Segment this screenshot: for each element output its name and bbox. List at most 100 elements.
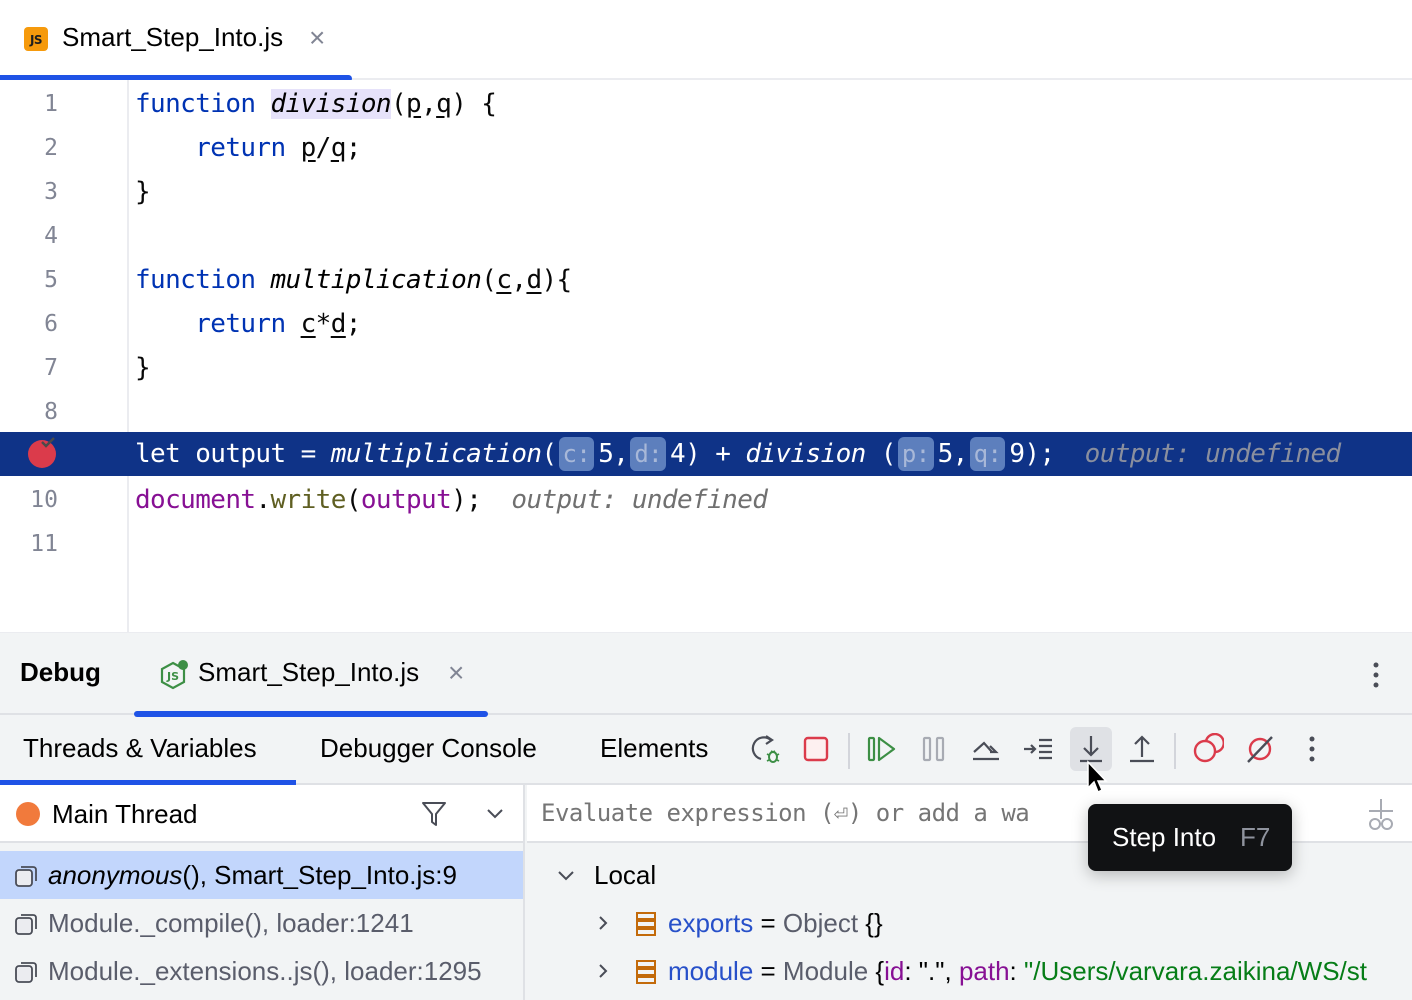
argument: 4) + [670, 439, 746, 469]
editor-tab-title: Smart_Step_Into.js [62, 22, 284, 52]
step-into-tooltip: Step Into F7 [1088, 804, 1292, 871]
frame-location: (), Smart_Step_Into.js:9 [182, 860, 457, 890]
inline-debug-value: output: undefined [1084, 439, 1342, 469]
code-text: let output = [135, 439, 331, 469]
resume-button[interactable] [864, 731, 900, 767]
inline-debug-value: output: undefined [511, 485, 768, 515]
keyword: return [195, 133, 286, 163]
stack-frame[interactable]: Module._compile(), loader:1241 [0, 899, 523, 947]
property-value: : ".", [904, 956, 959, 986]
tab-elements[interactable]: Elements [600, 733, 708, 764]
variable-row[interactable]: module = Module {id: ".", path: "/Users/… [527, 947, 1412, 995]
operator: / [315, 133, 332, 163]
code-editor[interactable]: 1 function division(p,q) { 2 return p/q;… [0, 80, 1412, 632]
dot: . [255, 485, 271, 515]
param: d [526, 265, 542, 295]
parameter-hint: p: [897, 437, 934, 471]
separator: : [1009, 956, 1024, 986]
more-toolbar-button[interactable] [1294, 731, 1330, 767]
variable-row[interactable]: exports = Object {} [527, 899, 1412, 947]
add-watch-icon[interactable] [1363, 797, 1399, 833]
stack-frame[interactable]: Module._extensions..js(), loader:1295 [0, 947, 523, 995]
code-line-8[interactable]: 8 [0, 390, 1412, 434]
code-line-6[interactable]: 6 return c*d; [0, 302, 1412, 346]
more-options-icon[interactable] [1362, 655, 1390, 695]
stack-frame-icon [15, 866, 37, 887]
more-options-icon [1309, 736, 1315, 762]
code-text: } [135, 353, 151, 383]
step-over-button[interactable] [968, 731, 1004, 767]
chevron-down-icon[interactable] [484, 803, 506, 823]
line-number: 8 [44, 399, 58, 425]
equals: = [753, 956, 783, 986]
view-breakpoints-button[interactable] [1190, 731, 1226, 767]
semicolon: ; [345, 133, 362, 163]
editor-tab-smart-step-into[interactable]: JS Smart_Step_Into.js × [0, 0, 352, 82]
parameter-hint: q: [969, 437, 1006, 471]
code-line-1[interactable]: 1 function division(p,q) { [0, 82, 1412, 126]
step-over-icon [973, 741, 999, 761]
function-name[interactable]: multiplication [331, 439, 542, 469]
tooltip-label: Step Into [1112, 822, 1217, 852]
object-field-icon [636, 960, 656, 984]
stop-button[interactable] [798, 731, 834, 767]
paren: ); [451, 485, 482, 515]
line-number: 4 [44, 223, 58, 249]
chevron-right-icon[interactable] [595, 961, 611, 981]
function-name: division [270, 89, 392, 119]
operator: * [315, 309, 332, 339]
code-line-2[interactable]: 2 return p/q; [0, 126, 1412, 170]
filter-icon[interactable] [420, 799, 448, 829]
smart-step-into-button[interactable] [1020, 731, 1056, 767]
tab-threads-variables[interactable]: Threads & Variables [23, 733, 257, 764]
pause-button[interactable] [916, 731, 952, 767]
tab-debugger-console[interactable]: Debugger Console [320, 733, 537, 764]
line-number: 10 [30, 487, 58, 513]
code-line-9-execution-point[interactable]: let output = multiplication(c: 5, d: 4) + d… [0, 432, 1412, 476]
paren: ( [390, 89, 407, 119]
param: d [330, 309, 347, 339]
property-key: path [958, 956, 1010, 986]
view-breakpoints-icon [1193, 733, 1224, 763]
object-name: document [135, 485, 256, 515]
rerun-debug-button[interactable] [748, 731, 784, 767]
code-line-3[interactable]: 3 } [0, 170, 1412, 214]
toolbar-separator [848, 733, 850, 769]
line-number-9-hidden: 9 [0, 454, 58, 480]
argument: output [360, 485, 452, 515]
variable-value: {} [865, 908, 883, 938]
line-number: 2 [44, 135, 58, 161]
session-title: Smart_Step_Into.js [198, 657, 420, 687]
code-line-10[interactable]: 10 document.write(output); output: undef… [0, 478, 1412, 522]
code-line-5[interactable]: 5 function multiplication(c,d){ [0, 258, 1412, 302]
line-number: 1 [44, 91, 58, 117]
chevron-right-icon[interactable] [595, 913, 611, 933]
object-field-icon [636, 912, 656, 936]
resume-icon [867, 736, 896, 762]
variable-type: Module [782, 956, 876, 986]
step-out-button[interactable] [1124, 731, 1160, 767]
code-line-4[interactable]: 4 [0, 214, 1412, 258]
code-line-11[interactable]: 11 [0, 522, 1412, 566]
mute-breakpoints-button[interactable] [1242, 731, 1278, 767]
thread-selector[interactable]: Main Thread [0, 785, 523, 843]
thread-name: Main Thread [52, 799, 198, 829]
equals: = [753, 908, 783, 938]
paren: ( [865, 439, 897, 469]
paren: ( [541, 439, 557, 469]
stack-frame[interactable]: anonymous(), Smart_Step_Into.js:9 [0, 851, 523, 899]
toolbar-separator [1174, 733, 1176, 769]
mouse-cursor-icon [1087, 760, 1108, 794]
debug-session-tab[interactable]: JS Smart_Step_Into.js × [134, 633, 488, 717]
close-icon[interactable]: × [309, 22, 325, 54]
close-icon[interactable]: × [448, 657, 464, 689]
pause-icon [922, 736, 945, 762]
paren: ( [345, 485, 362, 515]
chevron-down-icon[interactable] [555, 865, 577, 885]
function-name[interactable]: division [745, 439, 866, 469]
scope-label: Local [594, 860, 657, 890]
paren: ( [481, 265, 497, 295]
semicolon: ; [345, 309, 362, 339]
editor-tab-bar: JS Smart_Step_Into.js × [0, 0, 1412, 82]
code-line-7[interactable]: 7 } [0, 346, 1412, 390]
